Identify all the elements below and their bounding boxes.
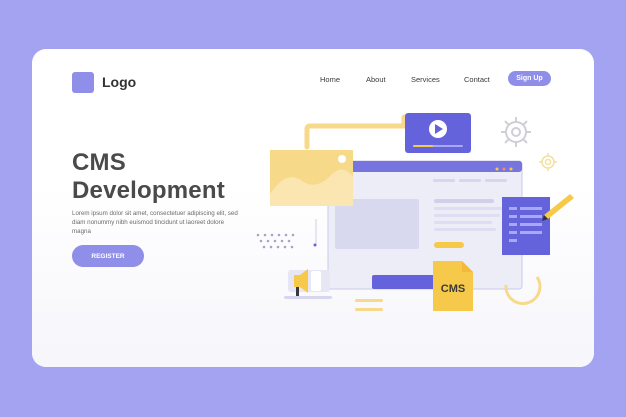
document-edit-icon [502,194,574,255]
gear-icon-small [539,153,557,171]
gear-icon [501,117,531,147]
cms-illustration: CMS [256,113,574,311]
decorative-line [355,299,383,302]
dots-decoration-icon [256,233,295,249]
megaphone-icon [284,269,332,299]
decorative-line [355,308,383,311]
cms-file-icon: CMS [433,261,473,311]
cms-file-label: CMS [441,283,465,295]
video-player-icon [405,113,471,153]
connector-line [304,114,407,150]
landing-page-card: Logo Home About Services Contact Sign Up… [32,49,594,367]
image-card-icon [270,150,353,206]
browser-window-icon [327,160,523,290]
connector-dot [313,243,317,247]
